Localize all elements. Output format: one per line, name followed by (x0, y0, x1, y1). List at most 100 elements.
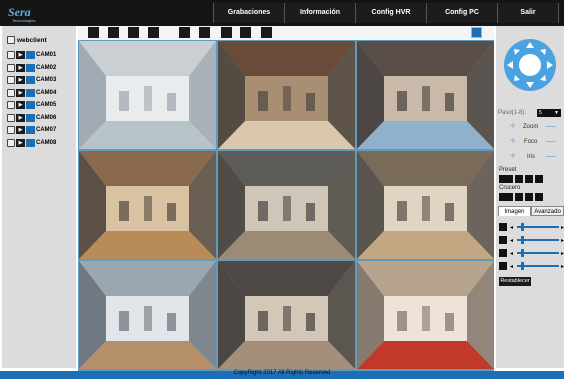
slider-handle[interactable] (521, 236, 525, 244)
play-icon[interactable]: ▶ (16, 101, 25, 109)
preset-add-icon[interactable] (525, 175, 533, 183)
copyright-text: CopyRight 2017 All Rights Reserved (233, 370, 331, 376)
stream-icon[interactable] (26, 101, 35, 109)
quad-view-icon[interactable] (108, 27, 119, 38)
cruise-select[interactable] (499, 193, 513, 201)
image-slider[interactable]: ◂ ▸ (499, 262, 564, 270)
slider-track[interactable] (517, 236, 560, 244)
play-icon[interactable]: ▶ (16, 63, 25, 72)
grid-active-icon[interactable] (471, 27, 482, 38)
tab-advanced[interactable]: Avanzado (531, 206, 564, 216)
camera-feed[interactable] (79, 151, 216, 259)
tab-image[interactable]: Imagen (498, 206, 531, 216)
reset-button[interactable]: Restablecer (499, 277, 531, 286)
logo-text: Sera (8, 5, 31, 19)
preset-remove-icon[interactable] (535, 175, 543, 183)
hue-icon (499, 262, 507, 270)
playback-icon[interactable] (261, 27, 272, 38)
camera-feed[interactable] (357, 41, 494, 149)
camera-feed[interactable] (218, 261, 355, 369)
slider-track[interactable] (517, 223, 560, 231)
stream-icon[interactable] (26, 113, 35, 122)
play-icon[interactable]: ▶ (16, 88, 25, 97)
image-tabs: Imagen Avanzado (498, 206, 564, 216)
ptz-arrows-icon[interactable] (504, 39, 556, 91)
play-icon[interactable]: ▶ (16, 126, 25, 134)
camera-icon (7, 63, 15, 72)
focus-in-icon[interactable]: + (510, 137, 516, 147)
snapshot-icon[interactable] (221, 27, 232, 38)
ptz-direction-pad[interactable] (504, 39, 556, 91)
single-view-icon[interactable] (88, 27, 99, 38)
nav-pc-config[interactable]: Config PC (426, 3, 497, 23)
nav-exit[interactable]: Salir (497, 3, 559, 23)
camera-label: CAM01 (36, 52, 57, 58)
image-slider[interactable]: ◂ ▸ (499, 249, 564, 257)
camera-feed[interactable] (79, 41, 216, 149)
speed-select[interactable]: 5 ▼ (537, 109, 561, 117)
camera-feed[interactable] (218, 41, 355, 149)
camera-feed[interactable] (218, 151, 355, 259)
iris-open-icon[interactable]: + (510, 152, 516, 162)
play-icon[interactable]: ▶ (16, 76, 25, 84)
camera-row[interactable]: ▶ CAM02 (7, 63, 56, 72)
stream-icon[interactable] (26, 138, 35, 147)
video-frame-image (79, 151, 216, 259)
image-slider[interactable]: ◂ ▸ (499, 223, 564, 231)
edit-icon[interactable] (7, 36, 15, 44)
cruise-grid-icon[interactable] (535, 193, 543, 201)
stream-icon[interactable] (26, 51, 35, 59)
zoom-in-icon[interactable]: + (510, 122, 516, 132)
camera-row[interactable]: ▶ CAM03 (7, 76, 56, 84)
camera-row[interactable]: ▶ CAM08 (7, 138, 56, 147)
nav-information[interactable]: Información (284, 3, 355, 23)
slider-handle[interactable] (521, 262, 525, 270)
zoom-out-icon[interactable]: — (546, 122, 556, 132)
stream-icon[interactable] (26, 63, 35, 72)
camera-label: CAM04 (36, 89, 57, 96)
six-view-icon[interactable] (128, 27, 139, 38)
focus-out-icon[interactable]: — (546, 137, 556, 147)
sixteen-view-icon[interactable] (179, 27, 190, 38)
stream-icon[interactable] (26, 88, 35, 97)
preset-select[interactable] (499, 175, 513, 183)
play-icon[interactable]: ▶ (16, 113, 25, 122)
video-frame-image (357, 261, 494, 369)
camera-feed[interactable] (357, 261, 494, 369)
slider-left-arrow-icon[interactable]: ◂ (510, 250, 513, 257)
slider-track[interactable] (517, 249, 560, 257)
slider-left-arrow-icon[interactable]: ◂ (510, 263, 513, 270)
record-icon[interactable] (240, 27, 251, 38)
play-icon[interactable]: ▶ (16, 138, 25, 147)
camera-feed[interactable] (79, 261, 216, 369)
slider-handle[interactable] (521, 223, 525, 231)
stream-icon[interactable] (26, 126, 35, 134)
cruise-play-icon[interactable] (515, 193, 523, 201)
iris-close-icon[interactable]: — (546, 152, 556, 162)
slider-left-arrow-icon[interactable]: ◂ (510, 224, 513, 231)
nav-recordings[interactable]: Grabaciones (213, 3, 284, 23)
slider-track[interactable] (517, 262, 560, 270)
camera-row[interactable]: ▶ CAM04 (7, 88, 57, 97)
cruise-stop-icon[interactable] (525, 193, 533, 201)
camera-row[interactable]: ▶ CAM06 (7, 113, 56, 122)
preset-refresh-icon[interactable] (515, 175, 523, 183)
webclient-node[interactable]: webclient (7, 36, 47, 44)
camera-feed[interactable] (357, 151, 494, 259)
play-icon[interactable]: ▶ (16, 51, 25, 59)
slider-left-arrow-icon[interactable]: ◂ (510, 237, 513, 244)
nine-view-icon[interactable] (148, 27, 159, 38)
slider-handle[interactable] (521, 249, 525, 257)
image-slider[interactable]: ◂ ▸ (499, 236, 564, 244)
camera-icon (7, 51, 15, 59)
camera-row[interactable]: ▶ CAM05 (7, 101, 56, 109)
fullscreen-icon[interactable] (199, 27, 210, 38)
nav-hvr-config[interactable]: Config HVR (355, 3, 426, 23)
camera-icon (7, 126, 15, 134)
video-frame-image (79, 261, 216, 369)
video-frame-image (218, 151, 355, 259)
video-frame-image (357, 41, 494, 149)
camera-row[interactable]: ▶ CAM07 (7, 126, 56, 134)
camera-row[interactable]: ▶ CAM01 (7, 51, 56, 59)
stream-icon[interactable] (26, 76, 35, 84)
